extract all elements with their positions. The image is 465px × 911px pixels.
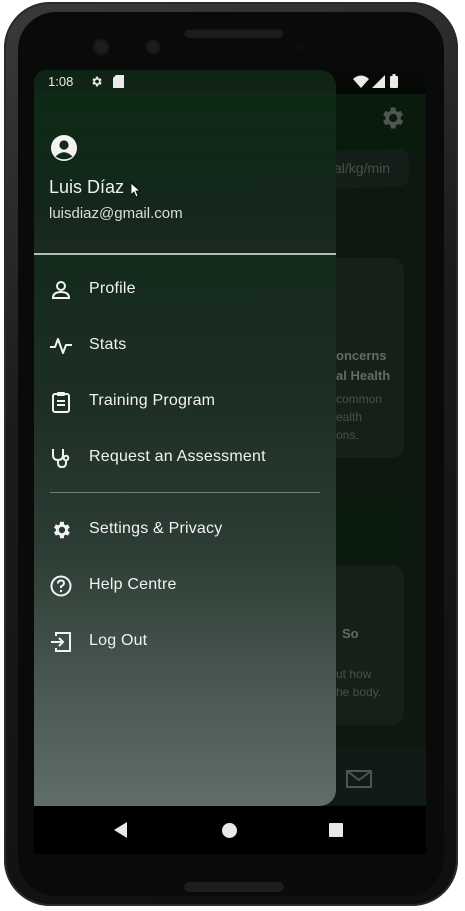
menu-item-stats[interactable]: Stats bbox=[34, 323, 336, 371]
navigation-drawer: Luis Díaz luisdiaz@gmail.com Profile Sta… bbox=[34, 70, 336, 806]
menu-item-label: Stats bbox=[89, 336, 127, 353]
front-sensor bbox=[145, 39, 161, 55]
user-name: Luis Díaz bbox=[49, 177, 125, 197]
menu-item-label: Training Program bbox=[89, 392, 216, 409]
menu-item-settings-privacy[interactable]: Settings & Privacy bbox=[34, 507, 336, 555]
stethoscope-icon bbox=[52, 449, 70, 469]
menu-item-label: Settings & Privacy bbox=[89, 520, 223, 537]
menu-item-log-out[interactable]: Log Out bbox=[34, 619, 336, 667]
home-icon[interactable] bbox=[222, 823, 237, 838]
menu-item-help-centre[interactable]: Help Centre bbox=[34, 563, 336, 611]
system-navigation-bar bbox=[34, 806, 426, 854]
avatar-icon[interactable] bbox=[50, 134, 78, 162]
person-icon bbox=[51, 281, 71, 299]
menu-item-label: Request an Assessment bbox=[89, 448, 266, 465]
menu-item-label: Profile bbox=[89, 280, 136, 297]
menu-item-profile[interactable]: Profile bbox=[34, 267, 336, 315]
activity-icon bbox=[50, 338, 72, 354]
proximity-sensor bbox=[296, 42, 306, 52]
wifi-icon bbox=[353, 75, 369, 88]
mouse-cursor-icon bbox=[131, 183, 141, 197]
front-camera bbox=[92, 38, 110, 56]
menu-item-label: Log Out bbox=[89, 632, 148, 649]
user-email: luisdiaz@gmail.com bbox=[49, 205, 183, 222]
gear-icon bbox=[54, 521, 70, 539]
drawer-header: Luis Díaz luisdiaz@gmail.com bbox=[34, 94, 336, 254]
menu-item-label: Help Centre bbox=[89, 576, 177, 593]
signal-icon bbox=[372, 75, 385, 88]
screen: al/kg/min oncerns al Health common ealth… bbox=[34, 70, 426, 854]
settings-icon bbox=[92, 76, 102, 87]
bottom-speaker bbox=[184, 882, 284, 892]
battery-icon bbox=[390, 74, 398, 88]
back-icon[interactable] bbox=[114, 822, 127, 838]
status-time: 1:08 bbox=[48, 74, 74, 89]
menu-item-training-program[interactable]: Training Program bbox=[34, 379, 336, 427]
clipboard-icon bbox=[52, 392, 70, 413]
menu-item-request-assessment[interactable]: Request an Assessment bbox=[34, 435, 336, 483]
menu-divider bbox=[50, 492, 320, 493]
earpiece-speaker bbox=[184, 28, 284, 38]
logout-icon bbox=[51, 632, 71, 652]
status-bar: 1:08 bbox=[34, 70, 426, 94]
help-icon bbox=[50, 575, 72, 597]
recents-icon[interactable] bbox=[329, 823, 343, 837]
sim-icon bbox=[113, 75, 124, 88]
header-divider bbox=[34, 253, 336, 255]
